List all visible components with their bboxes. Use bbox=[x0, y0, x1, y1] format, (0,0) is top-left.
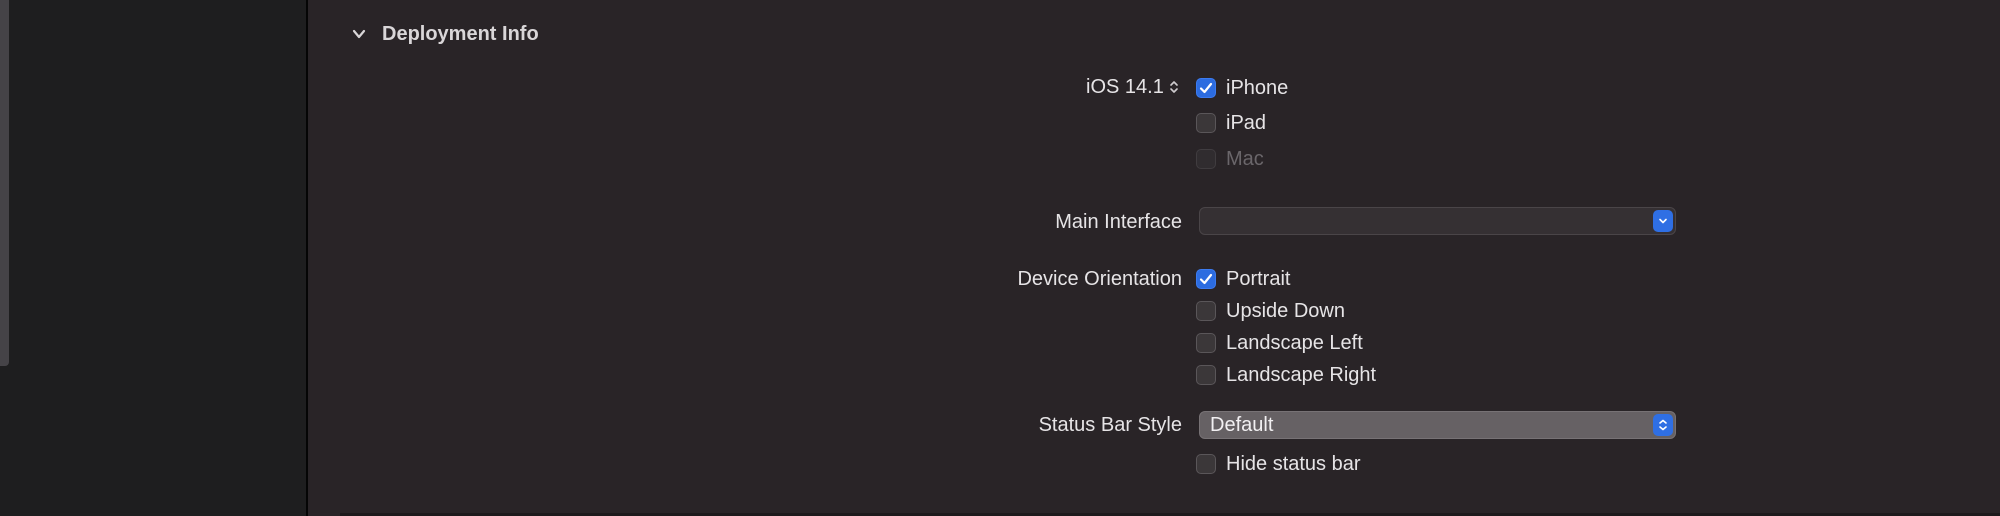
status-bar-style-value: Default bbox=[1210, 414, 1274, 436]
deployment-target-picker[interactable]: iOS 14.1 bbox=[1086, 74, 1179, 100]
main-interface-dropdown-button[interactable] bbox=[1653, 210, 1673, 232]
status-bar-style-label: Status Bar Style bbox=[1038, 414, 1182, 436]
navigator-sidebar bbox=[0, 0, 306, 516]
orientation-landscape-left-option[interactable]: Landscape Left bbox=[1196, 330, 1363, 356]
iphone-checkbox[interactable] bbox=[1196, 78, 1216, 98]
main-interface-label: Main Interface bbox=[1055, 211, 1182, 233]
main-interface-combobox[interactable] bbox=[1199, 207, 1676, 235]
upside-down-checkbox[interactable] bbox=[1196, 301, 1216, 321]
hide-status-bar-label: Hide status bar bbox=[1226, 452, 1361, 475]
ipad-label: iPad bbox=[1226, 111, 1267, 134]
status-bar-style-stepper-button[interactable] bbox=[1653, 414, 1673, 436]
checkmark-icon bbox=[1199, 273, 1213, 285]
chevron-down-icon[interactable] bbox=[348, 23, 370, 45]
iphone-label: iPhone bbox=[1226, 76, 1289, 99]
section-title: Deployment Info bbox=[382, 22, 539, 45]
upside-down-label: Upside Down bbox=[1226, 299, 1345, 322]
device-orientation-label: Device Orientation bbox=[1017, 268, 1182, 290]
orientation-upside-down-option[interactable]: Upside Down bbox=[1196, 298, 1345, 324]
chevron-down-icon bbox=[1659, 218, 1667, 224]
landscape-left-checkbox[interactable] bbox=[1196, 333, 1216, 353]
hide-status-bar-option[interactable]: Hide status bar bbox=[1196, 451, 1361, 477]
device-mac-option: Mac bbox=[1196, 146, 1264, 172]
xcode-editor-window: Deployment Info iOS 14.1 iPhone iPad Mac… bbox=[0, 0, 2000, 516]
orientation-landscape-right-option[interactable]: Landscape Right bbox=[1196, 362, 1376, 388]
ipad-checkbox[interactable] bbox=[1196, 113, 1216, 133]
landscape-left-label: Landscape Left bbox=[1226, 331, 1363, 354]
mac-checkbox bbox=[1196, 149, 1216, 169]
orientation-portrait-option[interactable]: Portrait bbox=[1196, 266, 1290, 292]
landscape-right-checkbox[interactable] bbox=[1196, 365, 1216, 385]
deployment-info-disclosure[interactable]: Deployment Info bbox=[348, 18, 539, 50]
checkmark-icon bbox=[1199, 82, 1213, 94]
portrait-checkbox[interactable] bbox=[1196, 269, 1216, 289]
device-ipad-option[interactable]: iPad bbox=[1196, 110, 1266, 136]
up-down-stepper-icon bbox=[1170, 81, 1178, 93]
device-iphone-option[interactable]: iPhone bbox=[1196, 75, 1288, 101]
mac-label: Mac bbox=[1226, 147, 1264, 170]
portrait-label: Portrait bbox=[1226, 267, 1291, 290]
up-down-chevron-icon bbox=[1659, 419, 1667, 431]
hide-status-bar-checkbox[interactable] bbox=[1196, 454, 1216, 474]
sidebar-scrollbar[interactable] bbox=[0, 0, 9, 366]
landscape-right-label: Landscape Right bbox=[1226, 363, 1377, 386]
deployment-target-value: iOS 14.1 bbox=[1086, 75, 1164, 98]
status-bar-style-popup[interactable]: Default bbox=[1199, 411, 1676, 439]
